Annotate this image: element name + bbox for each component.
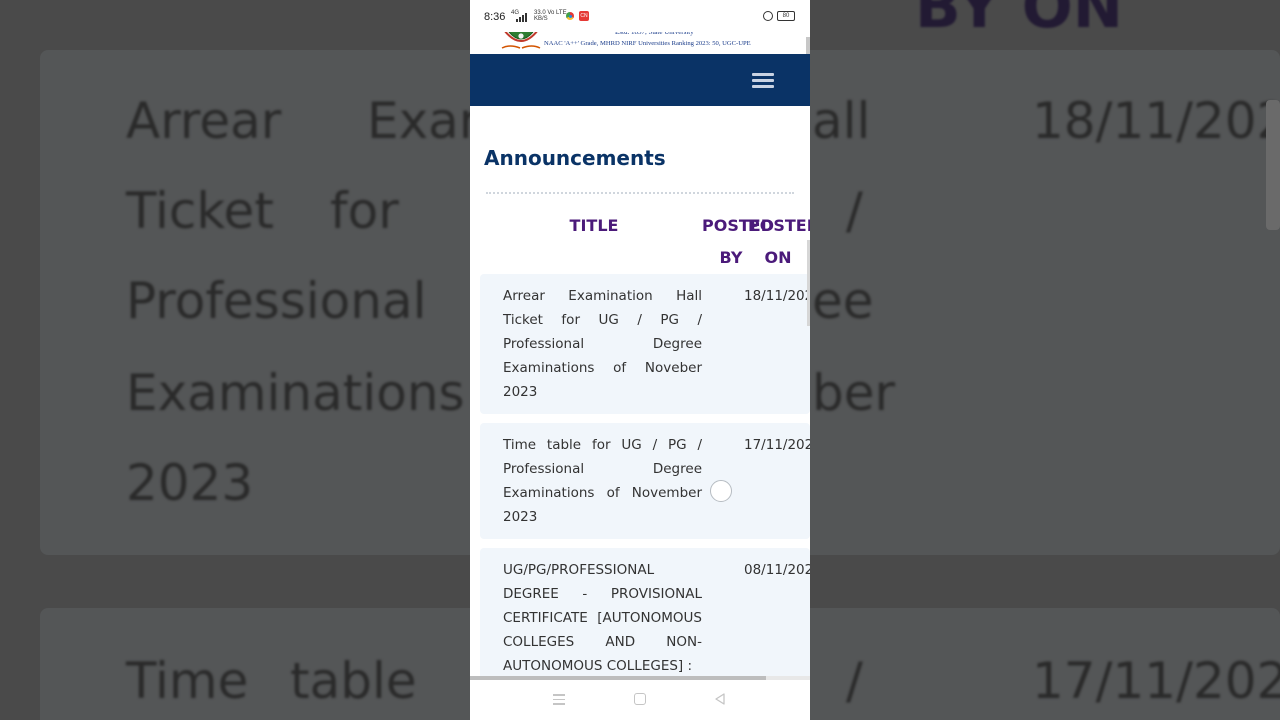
loading-circle-icon [710, 480, 732, 502]
menu-icon[interactable] [752, 73, 774, 89]
recent-apps-icon[interactable] [553, 694, 565, 705]
header-tagline: NAAC 'A++' Grade, MHRD NIRF Universities… [544, 40, 751, 47]
bg-top-text: BY ON [915, 0, 1124, 42]
home-icon[interactable] [634, 693, 646, 705]
announcement-title-link[interactable]: UG/PG/PROFESSIONAL DEGREE - PROVISIONAL … [503, 558, 702, 676]
back-icon[interactable] [714, 693, 726, 705]
bg-text: for [330, 182, 399, 240]
main-navbar [470, 54, 810, 106]
posted-on-date: 18/11/2023 [744, 288, 810, 304]
bg-text: Arrear [126, 92, 282, 150]
table-row[interactable]: Arrear Examination Hall Ticket for UG / … [480, 274, 810, 414]
system-navigation-bar [470, 680, 810, 720]
speed-unit: KB/S [534, 16, 548, 22]
table-row[interactable]: Time table for UG / PG / Professional De… [480, 423, 810, 539]
column-header-text: POSTED [748, 216, 810, 235]
bg-text: ber [812, 364, 896, 422]
bg-text: table [290, 652, 417, 710]
bg-text: Professional [126, 272, 427, 330]
title-divider [486, 192, 794, 194]
bg-text: 18/11/2023 [1032, 92, 1280, 150]
bg-text: / [846, 652, 863, 710]
battery-icon: 80 [777, 11, 795, 21]
bg-text: ee [812, 272, 874, 330]
table-row[interactable]: UG/PG/PROFESSIONAL DEGREE - PROVISIONAL … [480, 548, 810, 676]
bg-text: Ticket [126, 182, 274, 240]
table-scrollbar[interactable] [807, 240, 810, 326]
bg-text: Time [126, 652, 249, 710]
bg-scrollbar [1266, 100, 1280, 230]
posted-on-date: 17/11/2023 [744, 437, 810, 453]
announcement-title-link[interactable]: Arrear Examination Hall Ticket for UG / … [503, 284, 702, 404]
column-header-title: TITLE [569, 216, 619, 235]
bg-text: / [846, 182, 863, 240]
page-title: Announcements [484, 146, 666, 170]
column-header-posted-on: POSTED ON [748, 210, 810, 274]
status-bar: 8:36 4G 33.0 Vo LTE KB/S CN 80 [470, 0, 810, 32]
phone-screen: Estd. 1857, State University NAAC 'A++' … [470, 0, 810, 720]
posted-on-date: 08/11/2023 [744, 562, 810, 578]
bg-text: 2023 [126, 454, 254, 512]
bg-text: Examinations [126, 364, 465, 422]
status-time: 8:36 [484, 11, 506, 23]
network-type: Vo LTE [547, 10, 567, 16]
column-header-text: ON [764, 248, 792, 267]
chrome-icon [566, 12, 574, 20]
network-speed: 33.0 Vo LTE KB/S [534, 10, 567, 22]
announcement-title-link[interactable]: Time table for UG / PG / Professional De… [503, 433, 702, 529]
signal-icon [516, 13, 527, 22]
bg-text: all [812, 92, 871, 150]
app-notification-icon: CN [579, 11, 589, 21]
announcements-section: Announcements TITLE POSTED BY POSTED ON … [470, 106, 810, 676]
alarm-icon [763, 11, 773, 21]
bg-text: 17/11/2023 [1032, 652, 1280, 710]
